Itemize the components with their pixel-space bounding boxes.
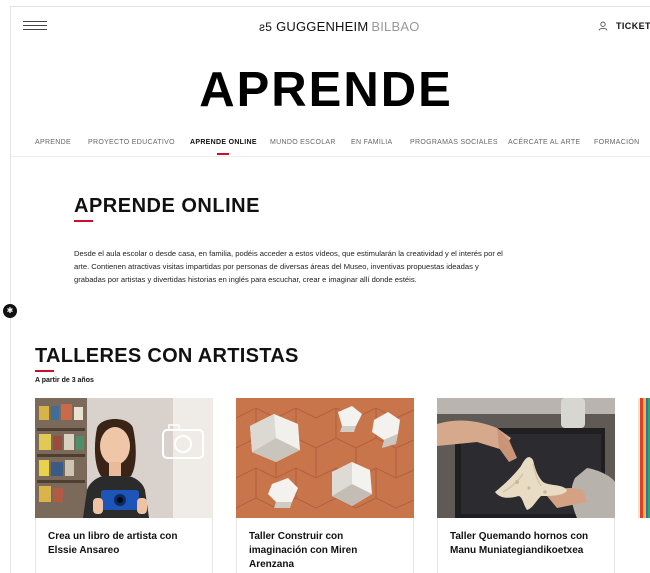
top-bar: ƨ5GUGGENHEIMBILBAO TICKETS (11, 7, 650, 49)
sub-navigation: APRENDE PROYECTO EDUCATIVO APRENDE ONLIN… (11, 135, 650, 157)
workshop-card-partial[interactable] (638, 398, 650, 518)
subnav-item-acercate-al-arte[interactable]: ACÉRCATE AL ARTE (508, 139, 580, 146)
intro-paragraph: Desde el aula escolar o desde casa, en f… (74, 249, 503, 285)
section-title-aprende-online: APRENDE ONLINE (74, 195, 260, 217)
page: ƨ5GUGGENHEIMBILBAO TICKETS APRENDE APREN… (10, 6, 650, 573)
video-thumbnail (35, 398, 213, 518)
age-note: A partir de 3 años (35, 377, 94, 384)
section-title-talleres: TALLERES CON ARTISTAS (35, 345, 299, 367)
video-thumbnail (437, 398, 615, 518)
subnav-item-proyecto-educativo[interactable]: PROYECTO EDUCATIVO (88, 139, 175, 146)
card-title: Taller Construir con imaginación con Mir… (236, 518, 414, 573)
subnav-item-mundo-escolar[interactable]: MUNDO ESCOLAR (270, 139, 336, 146)
logo-city: BILBAO (371, 19, 420, 34)
hero-title: APRENDE (199, 63, 453, 117)
tickets-label: TICKETS (616, 21, 650, 31)
card-title: Crea un libro de artista con Elssie Ansa… (35, 518, 213, 573)
tickets-button[interactable]: TICKETS (598, 21, 650, 31)
logo-mark: ƨ5 (259, 20, 273, 34)
workshop-card-quemando-hornos[interactable]: Taller Quemando hornos con Manu Muniateg… (437, 398, 615, 573)
user-icon (598, 21, 608, 31)
subnav-item-en-familia[interactable]: EN FAMILIA (351, 139, 393, 146)
workshop-card-libro-artista[interactable]: Crea un libro de artista con Elssie Ansa… (35, 398, 213, 573)
card-title: Taller Quemando hornos con Manu Muniateg… (437, 518, 615, 573)
title-underline (35, 370, 54, 372)
subnav-item-formacion[interactable]: FORMACIÓN (594, 139, 639, 146)
title-underline (74, 220, 93, 222)
subnav-item-aprende[interactable]: APRENDE (35, 139, 71, 146)
video-thumbnail (236, 398, 414, 518)
guggenheim-logo[interactable]: ƨ5 GUGGENHEIM BILBAO (259, 19, 420, 34)
subnav-item-programas-sociales[interactable]: PROGRAMAS SOCIALES (410, 139, 498, 146)
logo-brand: GUGGENHEIM (276, 19, 369, 34)
subnav-item-aprende-online[interactable]: APRENDE ONLINE (190, 139, 257, 155)
hamburger-icon[interactable] (23, 21, 47, 33)
accessibility-icon[interactable]: ✱ (3, 304, 17, 318)
workshop-card-construir-imaginacion[interactable]: Taller Construir con imaginación con Mir… (236, 398, 414, 573)
